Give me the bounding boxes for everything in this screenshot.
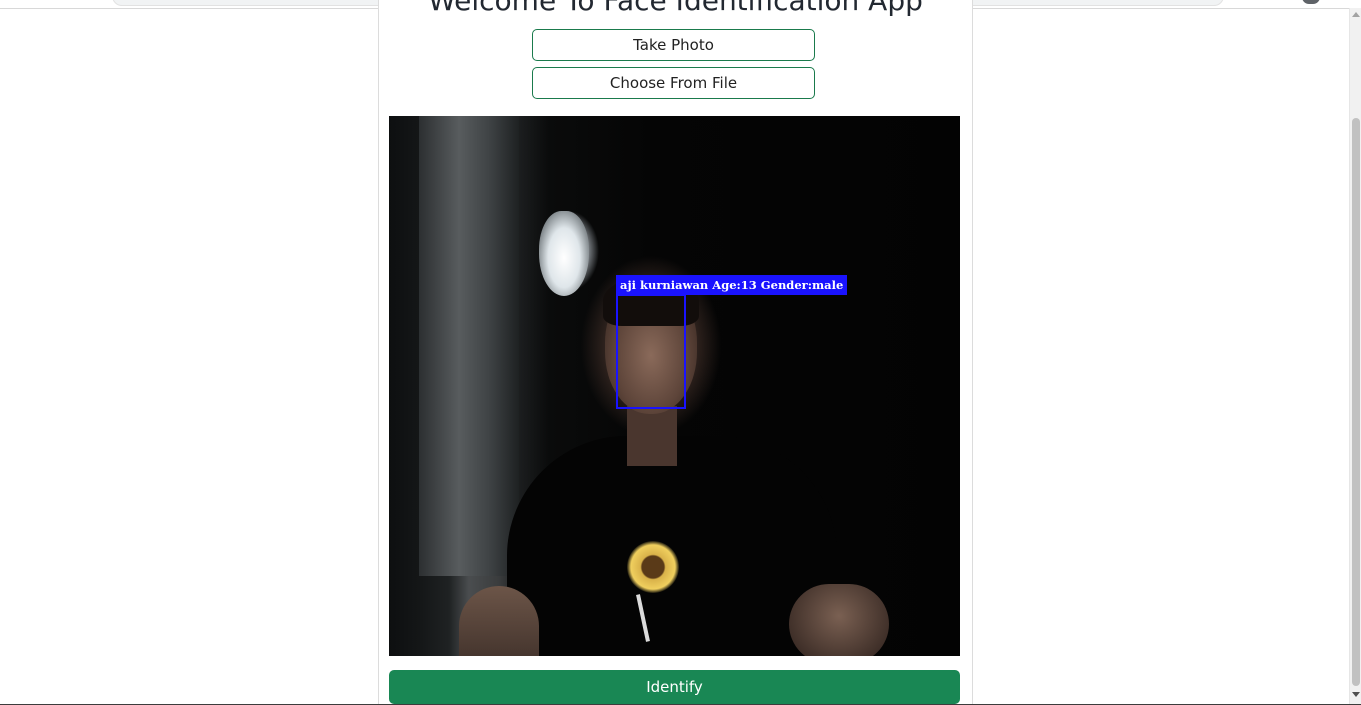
face-detection-box <box>616 294 686 409</box>
sunflower-print <box>627 541 679 593</box>
photo-person-hand <box>789 584 889 656</box>
photo-person-neck <box>627 406 677 466</box>
take-photo-button[interactable]: Take Photo <box>532 29 815 61</box>
choose-from-file-button[interactable]: Choose From File <box>532 67 815 99</box>
page-title: Welcome To Face Identification App <box>428 0 923 17</box>
photo-person-shirt <box>507 436 837 656</box>
face-detection-label: aji kurniawan Age:13 Gender:male <box>616 275 848 295</box>
identify-button[interactable]: Identify <box>389 670 960 704</box>
scroll-thumb[interactable] <box>1352 118 1360 686</box>
scroll-up-icon[interactable] <box>1352 12 1360 17</box>
photo-person-arm <box>459 586 539 656</box>
page-scrollbar[interactable] <box>1349 8 1361 705</box>
app-container: Welcome To Face Identification App Take … <box>378 0 973 705</box>
profile-icon[interactable] <box>1302 0 1320 4</box>
scroll-down-icon[interactable] <box>1352 692 1360 697</box>
photo-lamp <box>539 211 589 296</box>
photo-background-wall <box>419 116 519 576</box>
captured-photo: aji kurniawan Age:13 Gender:male <box>389 116 960 656</box>
